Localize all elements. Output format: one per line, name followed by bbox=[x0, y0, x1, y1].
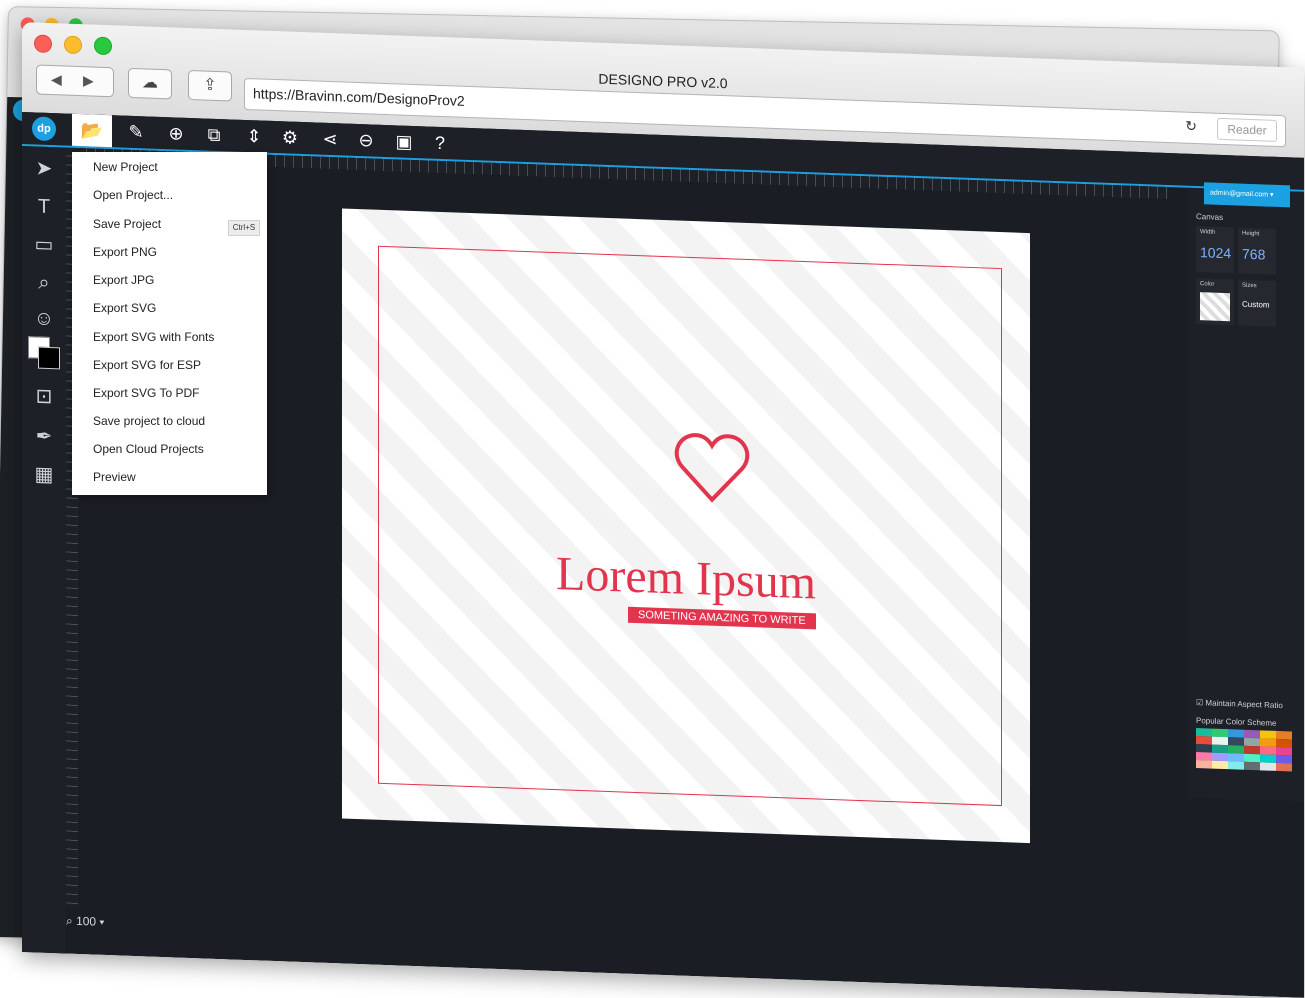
zoom-tool-icon[interactable]: ⌕ bbox=[30, 268, 58, 297]
add-circle-icon[interactable]: ⊕ bbox=[164, 121, 188, 146]
color-swatch[interactable] bbox=[1276, 762, 1292, 772]
select-arrow-icon[interactable]: ➤ bbox=[30, 154, 58, 183]
transparent-swatch bbox=[1200, 292, 1230, 322]
color-swatch[interactable] bbox=[1196, 760, 1212, 769]
menu-item-export-svg-pdf[interactable]: Export SVG To PDF bbox=[93, 386, 199, 406]
pencil-icon[interactable]: ✎ bbox=[124, 120, 148, 145]
forward-arrow-icon[interactable]: ▶ bbox=[83, 72, 94, 89]
heart-icon[interactable] bbox=[674, 430, 750, 505]
zoom-control[interactable]: ⌕ 100 ▾ bbox=[66, 914, 104, 930]
share-icon: ⇪ bbox=[203, 76, 217, 94]
properties-panel: admin@gmail.com ▾ Canvas Width 1024 Heig… bbox=[1188, 182, 1304, 802]
emoji-tool-icon[interactable]: ☺ bbox=[30, 304, 58, 333]
reader-button[interactable]: Reader bbox=[1217, 117, 1277, 142]
color-field[interactable]: Color bbox=[1196, 278, 1234, 326]
width-field[interactable]: Width 1024 bbox=[1196, 226, 1234, 274]
menu-item-export-jpg[interactable]: Export JPG bbox=[93, 273, 154, 293]
color-swatch[interactable] bbox=[1244, 761, 1260, 771]
menu-item-new-project[interactable]: New Project bbox=[93, 160, 158, 180]
file-menu: New Project Open Project... Save Project… bbox=[72, 152, 267, 495]
text-tool-icon[interactable]: T bbox=[30, 192, 58, 221]
cloud-button[interactable]: ☁ bbox=[128, 67, 172, 100]
menu-item-open-cloud[interactable]: Open Cloud Projects bbox=[93, 442, 204, 462]
folder-open-icon[interactable]: 📂 bbox=[72, 113, 112, 148]
menu-item-export-svg[interactable]: Export SVG bbox=[93, 301, 156, 321]
menu-item-export-png[interactable]: Export PNG bbox=[93, 245, 157, 265]
rectangle-tool-icon[interactable]: ▭ bbox=[30, 230, 58, 259]
menu-item-open-project[interactable]: Open Project... bbox=[93, 188, 173, 208]
settings-icon[interactable]: ⚙ bbox=[278, 125, 302, 150]
left-toolbar: ➤ T ▭ ⌕ ☺ ⊡ ✒ ▦ bbox=[22, 146, 66, 954]
menu-item-save-cloud[interactable]: Save project to cloud bbox=[93, 414, 205, 434]
save-shortcut-badge: Ctrl+S bbox=[228, 220, 260, 236]
designo-logo-icon: dp bbox=[32, 116, 56, 142]
color-scheme-grid bbox=[1196, 728, 1292, 772]
menu-item-export-svg-fonts[interactable]: Export SVG with Fonts bbox=[93, 330, 214, 350]
color-scheme-label: Popular Color Scheme bbox=[1196, 716, 1277, 728]
zoom-value: 100 bbox=[76, 913, 97, 929]
color-swatch[interactable] bbox=[1212, 760, 1228, 770]
image-tool-icon[interactable]: ⊡ bbox=[30, 382, 58, 411]
arrange-icon[interactable]: ⇕ bbox=[242, 124, 266, 149]
background-color-swatch[interactable] bbox=[38, 346, 60, 370]
design-canvas[interactable]: Lorem Ipsum SOMETING AMAZING TO WRITE bbox=[342, 208, 1030, 844]
back-arrow-icon[interactable]: ◀ bbox=[51, 71, 62, 88]
photo-gallery-icon[interactable]: ▦ bbox=[30, 460, 58, 489]
sizes-select[interactable]: Sizes Custom bbox=[1238, 279, 1276, 327]
help-icon[interactable]: ? bbox=[428, 131, 452, 156]
eyedropper-icon[interactable]: ✒ bbox=[30, 422, 58, 451]
user-menu[interactable]: admin@gmail.com ▾ bbox=[1204, 182, 1290, 208]
maintain-aspect-checkbox[interactable]: ☑ Maintain Aspect Ratio bbox=[1196, 698, 1283, 710]
resize-icon[interactable]: ⧉ bbox=[202, 122, 226, 147]
back-circle-icon[interactable]: ⊖ bbox=[354, 128, 378, 153]
share-nodes-icon[interactable]: ⋖ bbox=[318, 127, 342, 152]
height-field[interactable]: Height 768 bbox=[1238, 227, 1276, 275]
menu-item-preview[interactable]: Preview bbox=[93, 470, 136, 490]
canvas-section-title: Canvas bbox=[1196, 212, 1224, 222]
menu-item-export-svg-esp[interactable]: Export SVG for ESP bbox=[93, 358, 201, 378]
share-button[interactable]: ⇪ bbox=[188, 69, 232, 102]
image-icon[interactable]: ▣ bbox=[392, 129, 416, 154]
url-text: https://Bravinn.com/DesignoProv2 bbox=[253, 85, 465, 109]
color-swatch[interactable] bbox=[1228, 761, 1244, 770]
history-buttons: ◀ ▶ bbox=[36, 64, 114, 98]
cloud-icon: ☁ bbox=[142, 74, 158, 92]
color-swatch[interactable] bbox=[1260, 762, 1276, 771]
safe-area-guide bbox=[378, 245, 1002, 807]
reload-icon[interactable]: ↻ bbox=[1185, 118, 1197, 135]
menu-item-save-project[interactable]: Save Project bbox=[93, 217, 161, 237]
